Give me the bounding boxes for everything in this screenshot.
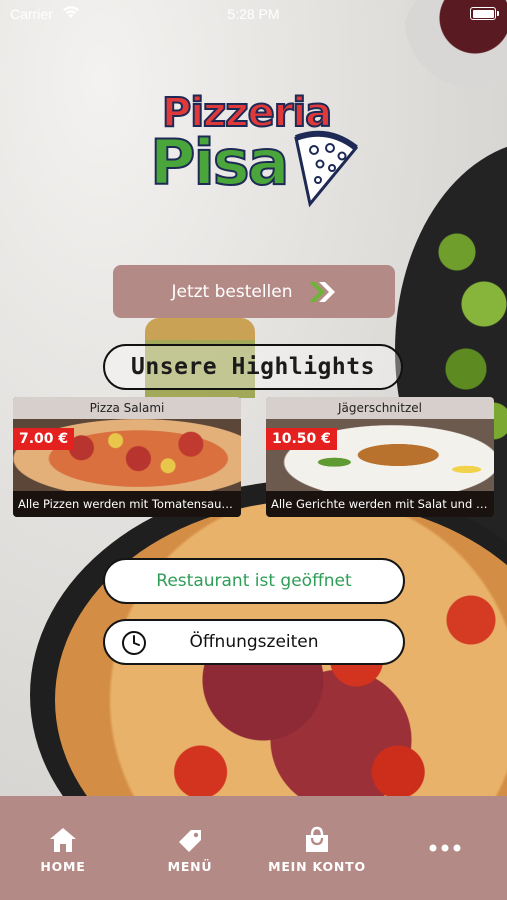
highlights-heading: Unsere Highlights [103,344,403,390]
clock-icon [122,631,146,655]
highlight-card-pizza-salami[interactable]: Pizza Salami 7.00 € Alle Pizzen werden m… [13,397,241,517]
order-now-button[interactable]: Jetzt bestellen [113,265,395,318]
pizza-slice-icon [294,130,359,208]
pizzeria-logo: Pizzeria Pisa [149,89,370,215]
shopping-bag-icon [306,826,328,852]
order-now-label: Jetzt bestellen [171,281,293,302]
restaurant-open-status[interactable]: Restaurant ist geöffnet [103,558,405,604]
tab-bar: HOME MENÜ MEIN KONTO [0,796,507,900]
double-chevron-right-icon [308,281,335,302]
price-badge: 7.00 € [13,428,75,450]
restaurant-open-label: Restaurant ist geöffnet [156,571,352,591]
more-dots-icon[interactable] [425,842,465,854]
opening-hours-label: Öffnungszeiten [189,632,319,652]
tab-my-account[interactable]: MEIN KONTO [262,826,372,874]
tab-home-label: HOME [40,859,86,874]
tab-menu[interactable]: MENÜ [135,826,245,874]
highlight-title: Pizza Salami [13,397,241,419]
tab-menu-label: MENÜ [167,859,213,874]
tab-my-account-label: MEIN KONTO [268,859,366,874]
highlight-card-jaegerschnitzel[interactable]: Jägerschnitzel 10.50 € Alle Gerichte wer… [266,397,494,517]
tab-home[interactable]: HOME [8,826,118,874]
logo-line2: Pisa [149,125,290,200]
opening-hours-button[interactable]: Öffnungszeiten [103,619,405,665]
tag-icon [179,830,201,852]
highlight-description: Alle Gerichte werden mit Salat und eine.… [266,491,494,517]
highlight-description: Alle Pizzen werden mit Tomatensauce, K..… [13,491,241,517]
clock-time: 5:28 PM [227,6,280,22]
battery-icon [470,7,499,20]
price-badge: 10.50 € [266,428,337,450]
highlight-title: Jägerschnitzel [266,397,494,419]
home-icon [50,828,76,852]
status-bar: Carrier 5:28 PM [0,0,507,28]
